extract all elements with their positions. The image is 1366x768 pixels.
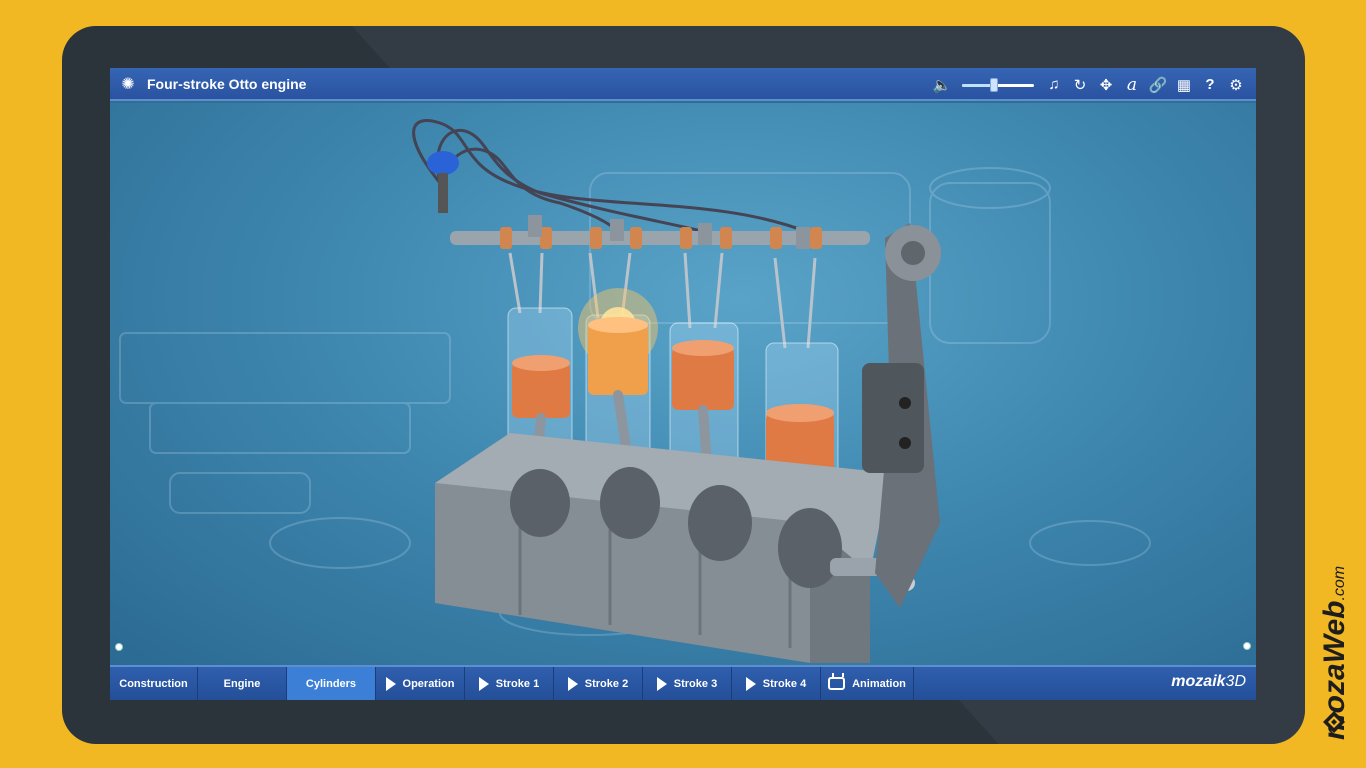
tab-label: Stroke 4 bbox=[762, 677, 807, 690]
brand-light: 3D bbox=[1225, 673, 1246, 690]
font-icon[interactable]: a bbox=[1122, 75, 1142, 95]
tab-construction[interactable]: Construction bbox=[110, 667, 198, 700]
ignition-coil bbox=[427, 151, 459, 175]
layout-icon[interactable]: ▦ bbox=[1174, 75, 1194, 95]
app-window: ✺ Four-stroke Otto engine 🔈 ♫ ↻ ✥ a 🔗 ▦ … bbox=[110, 68, 1256, 700]
tab-stroke-3[interactable]: Stroke 3 bbox=[643, 667, 732, 700]
site-domain: .com bbox=[1331, 565, 1348, 601]
piston-3 bbox=[672, 348, 734, 410]
tab-label: Construction bbox=[119, 677, 188, 690]
tab-stroke-4[interactable]: Stroke 4 bbox=[732, 667, 821, 700]
play-icon bbox=[745, 676, 756, 691]
tab-label: Stroke 1 bbox=[495, 677, 540, 690]
app-title: Four-stroke Otto engine bbox=[147, 75, 307, 92]
brand-bold: mozaik bbox=[1171, 673, 1226, 690]
speaker-icon[interactable]: 🔈 bbox=[932, 75, 952, 95]
tab-label: Animation bbox=[852, 677, 906, 690]
distributor bbox=[438, 173, 448, 213]
volume-knob[interactable] bbox=[990, 77, 999, 92]
piston-1 bbox=[512, 363, 570, 418]
piston-2 bbox=[588, 325, 648, 395]
play-icon bbox=[567, 676, 578, 691]
toolbar: 🔈 ♫ ↻ ✥ a 🔗 ▦ ? ⚙ bbox=[932, 68, 1246, 101]
rotate-icon[interactable]: ↻ bbox=[1070, 75, 1090, 95]
music-note-icon[interactable]: ♫ bbox=[1044, 75, 1064, 95]
tab-label: Cylinders bbox=[305, 677, 357, 690]
tab-label: Stroke 2 bbox=[584, 677, 629, 690]
move-icon[interactable]: ✥ bbox=[1096, 75, 1116, 95]
tv-icon bbox=[828, 677, 846, 690]
link-icon[interactable]: 🔗 bbox=[1148, 75, 1168, 95]
engine-illustration bbox=[119, 119, 1151, 663]
volume-slider[interactable] bbox=[962, 77, 1034, 92]
engine-3d-scene[interactable] bbox=[110, 103, 1256, 665]
tab-cylinders[interactable]: Cylinders bbox=[287, 667, 376, 700]
play-icon bbox=[656, 676, 667, 691]
help-icon[interactable]: ? bbox=[1200, 75, 1220, 95]
play-icon bbox=[385, 676, 396, 691]
play-icon bbox=[478, 676, 489, 691]
menu-icon[interactable]: ✺ bbox=[118, 74, 138, 94]
title-bar: ✺ Four-stroke Otto engine 🔈 ♫ ↻ ✥ a 🔗 ▦ … bbox=[110, 68, 1256, 101]
tab-engine[interactable]: Engine bbox=[198, 667, 287, 700]
settings-icon[interactable]: ⚙ bbox=[1226, 75, 1246, 95]
bottom-tab-bar: Construction Engine Cylinders Operation … bbox=[110, 665, 1256, 700]
tab-stroke-2[interactable]: Stroke 2 bbox=[554, 667, 643, 700]
tab-stroke-1[interactable]: Stroke 1 bbox=[465, 667, 554, 700]
mozaweb-logo-icon bbox=[1323, 711, 1345, 733]
scene-nav-dot-right[interactable] bbox=[1243, 642, 1251, 650]
mozaik3d-logo: mozaik3D bbox=[1171, 673, 1246, 691]
ignition-wires bbox=[412, 119, 811, 235]
tab-animation[interactable]: Animation bbox=[821, 667, 914, 700]
tab-label: Operation bbox=[402, 677, 455, 690]
tab-label: Engine bbox=[223, 677, 261, 690]
tab-operation[interactable]: Operation bbox=[376, 667, 465, 700]
scene-nav-dot-left[interactable] bbox=[115, 643, 123, 651]
tab-label: Stroke 3 bbox=[673, 677, 718, 690]
